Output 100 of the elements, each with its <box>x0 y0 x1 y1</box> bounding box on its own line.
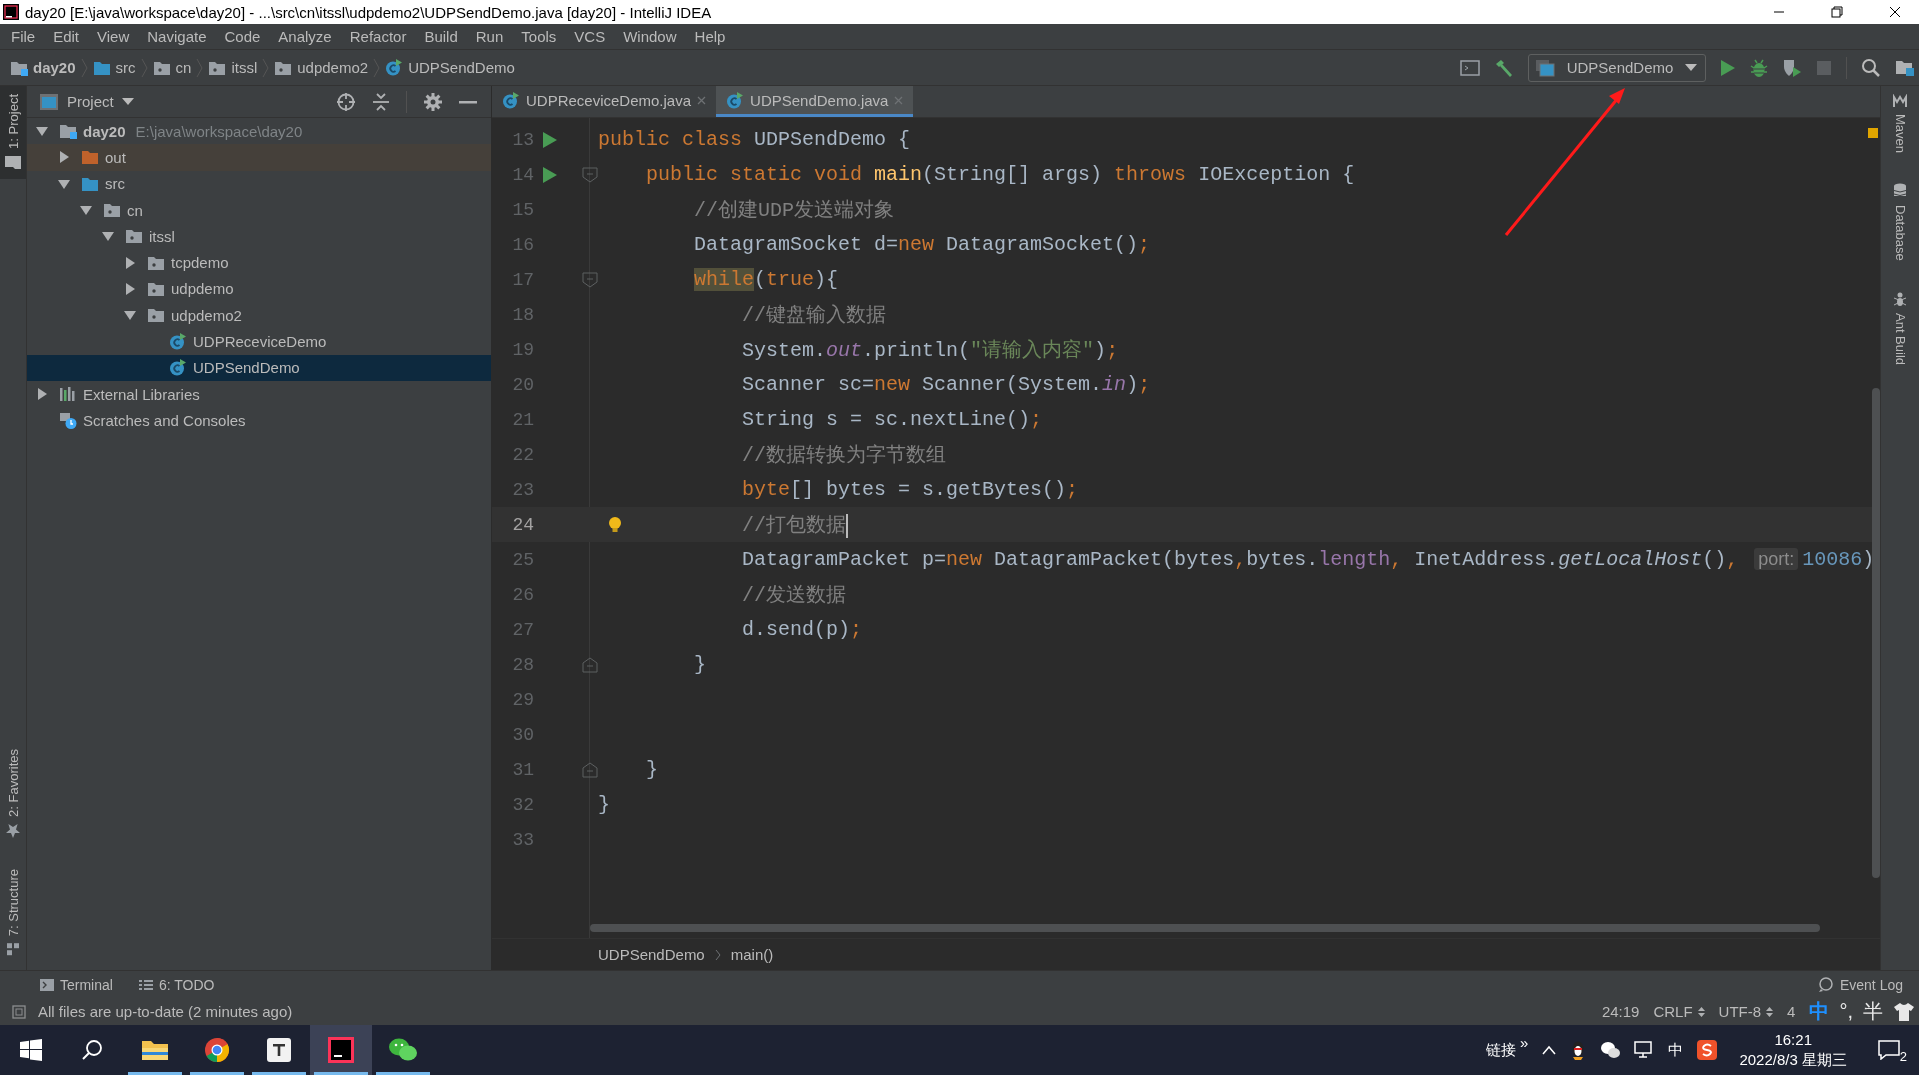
menu-item[interactable]: Tools <box>512 28 566 45</box>
folder-icon[interactable] <box>1895 58 1915 77</box>
menu-item[interactable]: Help <box>685 28 735 45</box>
taskbar-button[interactable] <box>310 1025 372 1075</box>
tool-window-button[interactable]: 1: Project <box>0 86 26 179</box>
tool-window-button[interactable]: Maven <box>1892 94 1908 154</box>
input-method-button[interactable]: 中 <box>1809 998 1830 1025</box>
run-configuration-dropdown[interactable]: UDPSendDemo <box>1528 53 1706 82</box>
menu-item[interactable]: Navigate <box>138 28 216 45</box>
line-number: 17 <box>511 269 534 290</box>
line-number: 28 <box>511 654 534 675</box>
tool-window-button[interactable]: 7: Structure <box>0 860 26 964</box>
folder-icon <box>10 59 28 76</box>
class-icon <box>169 359 187 377</box>
run-icon[interactable] <box>542 130 558 149</box>
run-icon[interactable] <box>1720 58 1736 77</box>
menu-item[interactable]: Edit <box>44 28 89 45</box>
line-number: 29 <box>511 689 534 710</box>
code-line: } <box>693 653 707 676</box>
restore-icon[interactable] <box>1831 6 1843 18</box>
breadcrumb-item[interactable]: UDPSendDemo <box>385 59 515 76</box>
tree-item[interactable]: itssl <box>27 223 491 250</box>
line-separator-selector[interactable]: CRLF <box>1653 1003 1705 1020</box>
code-line: //数据转换为字节数组 <box>741 443 947 468</box>
close-icon[interactable] <box>1889 6 1901 18</box>
menu-item[interactable]: VCS <box>565 28 615 45</box>
event-log-button[interactable]: Event Log <box>1817 976 1903 993</box>
menu-item[interactable]: Code <box>215 28 270 45</box>
input-app-icon[interactable] <box>1697 1040 1718 1060</box>
breadcrumb-item[interactable]: main() <box>730 946 774 963</box>
more-button[interactable]: » <box>1520 1033 1529 1051</box>
menu-item[interactable]: Run <box>466 28 513 45</box>
tool-window-button[interactable]: Ant Build <box>1892 290 1908 365</box>
editor-tab[interactable]: UDPSendDemo.java <box>716 86 914 117</box>
hammer-icon[interactable] <box>1494 57 1514 78</box>
bug-icon[interactable] <box>1750 57 1768 78</box>
tree-item[interactable]: src <box>27 170 491 197</box>
input-method-indicator[interactable]: 中 <box>1668 1040 1684 1060</box>
scrollbar[interactable] <box>1872 388 1880 878</box>
scrollbar[interactable] <box>590 924 1820 932</box>
clock-date[interactable]: 2022/8/3 星期三 <box>1739 1050 1847 1070</box>
class-icon <box>385 59 404 76</box>
notification-count: 2 <box>1899 1049 1907 1064</box>
shield-run-icon[interactable] <box>1782 57 1802 78</box>
search-icon[interactable] <box>1861 57 1881 78</box>
expand-arrow-icon[interactable] <box>123 255 137 270</box>
tree-item[interactable]: udpdemo <box>27 275 491 303</box>
cursor-position[interactable]: 24:19 <box>1601 1003 1640 1020</box>
breadcrumb-item[interactable]: cn <box>152 59 192 76</box>
tree-item[interactable]: day20 E:\java\workspace\day20 <box>27 118 491 145</box>
tool-window-button[interactable]: 6: TODO <box>138 976 215 993</box>
tree-item[interactable]: External Libraries <box>27 380 491 408</box>
collapse-icon[interactable] <box>372 91 390 112</box>
chat-icon[interactable] <box>1600 1041 1621 1059</box>
menu-item[interactable]: File <box>2 28 45 45</box>
editor-tab[interactable]: UDPReceviceDemo.java <box>492 86 717 117</box>
lightbulb-icon[interactable] <box>608 515 622 534</box>
tree-item[interactable]: cn <box>27 196 491 224</box>
window-icon[interactable] <box>1460 58 1480 77</box>
breadcrumb-item[interactable]: itssl <box>208 59 258 76</box>
tree-item[interactable]: UDPSendDemo <box>27 354 491 381</box>
network-icon[interactable] <box>1634 1041 1655 1059</box>
tool-window-button[interactable]: Terminal <box>40 976 113 993</box>
settings-icon[interactable] <box>423 91 443 112</box>
crosshair-icon[interactable] <box>336 91 356 112</box>
hide-icon[interactable] <box>459 99 477 104</box>
expand-arrow-icon[interactable] <box>123 281 137 296</box>
run-icon[interactable] <box>542 165 558 184</box>
tree-item[interactable]: udpdemo2 <box>27 302 491 329</box>
expand-arrow-icon[interactable] <box>57 150 71 165</box>
encoding-selector[interactable]: UTF-8 <box>1718 1003 1774 1020</box>
tree-item[interactable]: UDPReceviceDemo <box>27 328 491 355</box>
clock-time[interactable]: 16:21 <box>1774 1030 1812 1050</box>
menu-item[interactable]: Build <box>415 28 467 45</box>
menu-item[interactable]: Window <box>614 28 686 45</box>
expand-arrow-icon[interactable] <box>35 387 49 402</box>
tree-item[interactable]: tcpdemo <box>27 249 491 276</box>
search-icon <box>82 1039 104 1061</box>
panel-title-dropdown[interactable]: Project <box>39 92 134 111</box>
tree-item[interactable]: Scratches and Consoles <box>27 407 491 434</box>
input-method-button[interactable]: °, <box>1839 1000 1853 1023</box>
menu-item[interactable]: Analyze <box>269 28 341 45</box>
line-number: 31 <box>511 759 534 780</box>
tool-window-button[interactable]: Database <box>1892 183 1908 261</box>
input-method-button[interactable]: 半 <box>1863 998 1883 1025</box>
tree-item[interactable]: out <box>27 144 491 171</box>
tool-window-button[interactable]: 2: Favorites <box>0 740 26 847</box>
breadcrumb-item[interactable]: udpdemo2 <box>274 59 369 76</box>
chevron-up-icon[interactable] <box>1542 1045 1557 1055</box>
breadcrumb-item[interactable]: UDPSendDemo <box>598 946 705 963</box>
code-line: d.send(p); <box>741 618 863 641</box>
menu-item[interactable]: Refactor <box>340 28 416 45</box>
menu-item[interactable]: View <box>88 28 139 45</box>
chevron-icon <box>714 948 721 961</box>
shirt-icon[interactable] <box>1893 1001 1915 1022</box>
breadcrumb-item[interactable]: src <box>92 59 136 76</box>
scratches-icon <box>59 411 77 429</box>
breadcrumb-item[interactable]: day20 <box>10 59 76 76</box>
ant-icon <box>1893 290 1907 307</box>
indent-selector[interactable]: 4 <box>1787 1003 1796 1020</box>
